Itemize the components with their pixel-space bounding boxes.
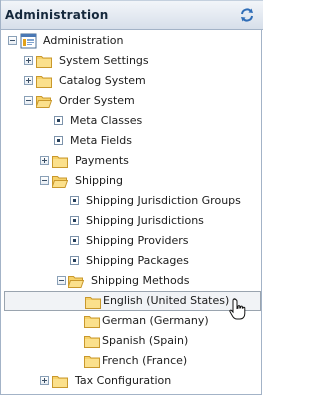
admin-console-icon xyxy=(20,33,37,49)
tree-node-tax-configuration[interactable]: Tax Configuration xyxy=(1,371,262,391)
refresh-icon[interactable] xyxy=(239,7,255,23)
folder-icon xyxy=(52,376,68,388)
panel-title: Administration xyxy=(5,8,109,22)
leaf-node-icon xyxy=(70,236,79,245)
expand-icon[interactable] xyxy=(40,376,49,385)
folder-icon xyxy=(36,56,52,68)
tree-label: English (United States) xyxy=(103,294,230,307)
tree-label: French (France) xyxy=(102,354,188,367)
tree-node-order-system[interactable]: Order System xyxy=(1,91,262,111)
expand-icon[interactable] xyxy=(40,156,49,165)
collapse-icon[interactable] xyxy=(40,176,49,185)
leaf-node-icon xyxy=(70,256,79,265)
tree-label: Spanish (Spain) xyxy=(102,334,189,347)
tree-node-english-united-states[interactable]: English (United States) xyxy=(4,291,261,311)
folder-icon xyxy=(36,76,52,88)
tree-node-shipping-packages[interactable]: Shipping Packages xyxy=(1,251,262,271)
folder-icon xyxy=(84,316,100,328)
collapse-icon[interactable] xyxy=(24,96,33,105)
collapse-icon[interactable] xyxy=(57,276,66,285)
leaf-node-icon xyxy=(70,216,79,225)
tree-label: Shipping Jurisdictions xyxy=(86,214,204,227)
tree-label: Meta Fields xyxy=(70,134,132,147)
leaf-node-icon xyxy=(54,116,63,125)
folder-icon xyxy=(84,356,100,368)
tree-node-spanish-spain[interactable]: Spanish (Spain) xyxy=(1,331,262,351)
tree-label: System Settings xyxy=(59,54,149,67)
folder-icon xyxy=(85,297,101,309)
panel-header: Administration xyxy=(1,0,263,30)
folder-open-icon xyxy=(36,96,52,108)
tree-label: Shipping xyxy=(75,174,123,187)
tree-node-shipping-jurisdictions[interactable]: Shipping Jurisdictions xyxy=(1,211,262,231)
tree-node-shipping-jurisdiction-groups[interactable]: Shipping Jurisdiction Groups xyxy=(1,191,262,211)
tree-label: Meta Classes xyxy=(70,114,143,127)
administration-panel: Administration Administration System Set… xyxy=(0,0,263,395)
tree-label: Shipping Packages xyxy=(86,254,189,267)
tree-label: Payments xyxy=(75,154,129,167)
folder-open-icon xyxy=(52,176,68,188)
tree-label: Tax Configuration xyxy=(75,374,172,387)
folder-icon xyxy=(52,156,68,168)
tree-node-meta-fields[interactable]: Meta Fields xyxy=(1,131,262,151)
tree-label: Shipping Providers xyxy=(86,234,189,247)
tree-label: Administration xyxy=(43,34,124,47)
hand-cursor-icon xyxy=(229,298,246,320)
leaf-node-icon xyxy=(70,196,79,205)
tree-node-french-france[interactable]: French (France) xyxy=(1,351,262,371)
tree-node-administration[interactable]: Administration xyxy=(1,31,262,51)
tree-label: Shipping Methods xyxy=(91,274,190,287)
folder-open-icon xyxy=(68,276,84,288)
tree-label: Catalog System xyxy=(59,74,146,87)
tree-node-catalog-system[interactable]: Catalog System xyxy=(1,71,262,91)
tree-label: German (Germany) xyxy=(102,314,209,327)
tree-label: Shipping Jurisdiction Groups xyxy=(86,194,241,207)
tree-node-german-germany[interactable]: German (Germany) xyxy=(1,311,262,331)
tree-node-shipping[interactable]: Shipping xyxy=(1,171,262,191)
folder-icon xyxy=(84,336,100,348)
leaf-node-icon xyxy=(54,136,63,145)
tree-node-payments[interactable]: Payments xyxy=(1,151,262,171)
expand-icon[interactable] xyxy=(24,76,33,85)
expand-icon[interactable] xyxy=(24,56,33,65)
collapse-icon[interactable] xyxy=(8,36,17,45)
tree-node-meta-classes[interactable]: Meta Classes xyxy=(1,111,262,131)
tree-label: Order System xyxy=(59,94,135,107)
tree-node-shipping-methods[interactable]: Shipping Methods xyxy=(1,271,262,291)
tree-node-system-settings[interactable]: System Settings xyxy=(1,51,262,71)
tree-node-shipping-providers[interactable]: Shipping Providers xyxy=(1,231,262,251)
